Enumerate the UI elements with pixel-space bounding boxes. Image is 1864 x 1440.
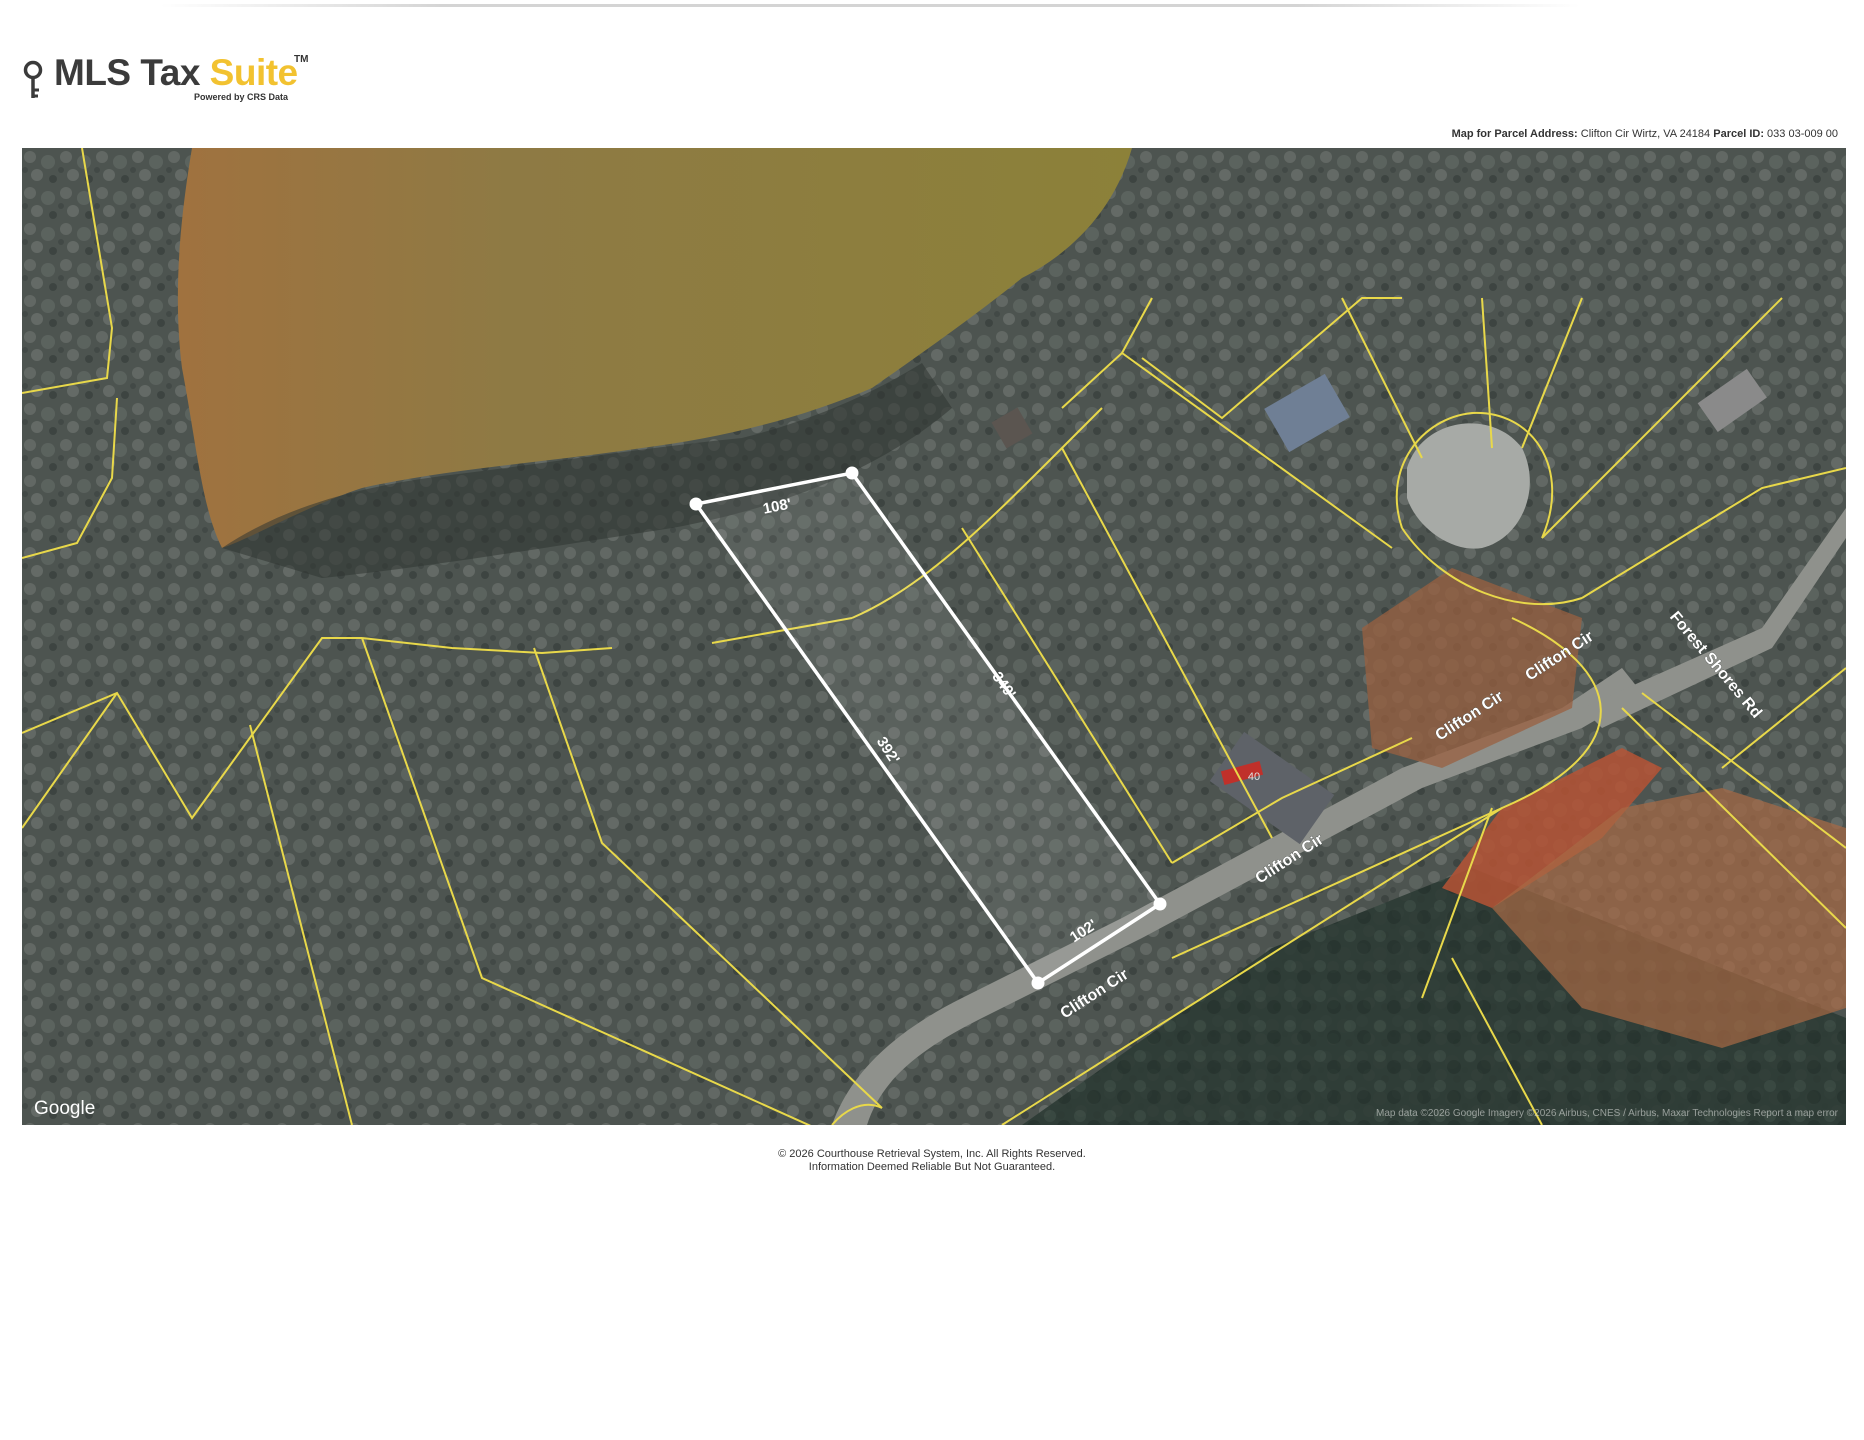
parcel-corner-ne [845, 466, 859, 480]
parcel-corner-sw [1031, 976, 1045, 990]
parcel-id: 033 03-009 00 [1767, 128, 1838, 140]
parcel-info-line: Map for Parcel Address: Clifton Cir Wirt… [1452, 128, 1838, 140]
footer-copyright: © 2026 Courthouse Retrieval System, Inc.… [778, 1148, 1086, 1160]
logo-subtitle: Powered by CRS Data [194, 92, 289, 102]
google-logo: Google [34, 1098, 95, 1119]
parcel-address: Clifton Cir Wirtz, VA 24184 [1580, 128, 1711, 140]
aerial-parcel-map[interactable]: 108' 349' 392' 102' Clifton Cir Clifton … [22, 148, 1846, 1125]
map-attribution[interactable]: Map data ©2026 Google Imagery ©2026 Airb… [1376, 1108, 1839, 1119]
parcel-corner-se [1153, 897, 1167, 911]
key-icon [23, 60, 43, 98]
page-footer: © 2026 Courthouse Retrieval System, Inc.… [0, 1148, 1864, 1174]
logo-wordmark: MLS Tax Suite [54, 52, 298, 94]
footer-disclaimer: Information Deemed Reliable But Not Guar… [808, 1161, 1056, 1173]
mls-tax-suite-logo: MLS Tax Suite TM Powered by CRS Data [22, 52, 342, 112]
logo-trademark: TM [294, 54, 309, 65]
house-number-label: 40 [1248, 771, 1260, 783]
parcel-corner-nw [689, 497, 703, 511]
scan-edge-line [160, 4, 1580, 7]
logo-mls-text: MLS Tax [54, 52, 210, 93]
parcel-id-label: Parcel ID: [1713, 128, 1764, 140]
logo-suite-text: Suite [209, 52, 298, 93]
parcel-address-label: Map for Parcel Address: [1451, 128, 1578, 140]
map-canvas: 108' 349' 392' 102' Clifton Cir Clifton … [22, 148, 1846, 1125]
